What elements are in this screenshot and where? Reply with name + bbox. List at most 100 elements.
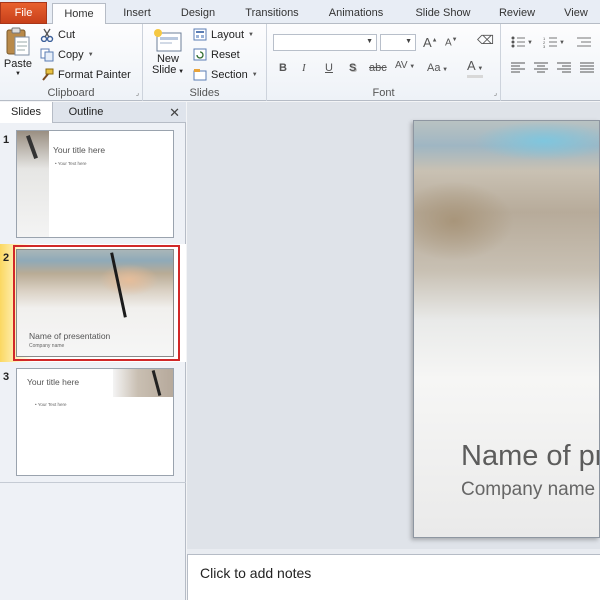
- align-left-icon[interactable]: [511, 62, 525, 74]
- thumbnail-bullet: • Your Text here: [35, 402, 67, 407]
- tab-review[interactable]: Review: [492, 3, 542, 24]
- svg-text:▼: ▼: [527, 40, 533, 46]
- format-painter-label: Format Painter: [58, 69, 131, 81]
- paragraph-group: ▼ 1 2 3 ▼: [501, 24, 600, 101]
- justify-icon[interactable]: [580, 62, 594, 74]
- panel-divider: [0, 482, 186, 483]
- tab-insert[interactable]: Insert: [115, 3, 159, 24]
- svg-text:▼: ▼: [559, 40, 565, 46]
- reset-icon: [193, 48, 207, 61]
- dialog-launcher-icon[interactable]: ⌟: [136, 89, 139, 97]
- layout-button[interactable]: Layout ▼: [193, 28, 254, 41]
- slide-number: 1: [3, 134, 10, 146]
- clear-formatting-icon[interactable]: ⌫: [477, 33, 494, 47]
- tab-file[interactable]: File: [0, 2, 47, 24]
- chevron-down-icon: ▼: [87, 52, 94, 58]
- font-color-label: A: [467, 58, 476, 73]
- new-slide-icon: [154, 29, 182, 52]
- font-name-select[interactable]: ▼: [273, 34, 377, 51]
- underline-button[interactable]: U: [325, 62, 333, 74]
- text-shadow-button[interactable]: S: [349, 62, 356, 74]
- close-icon[interactable]: ✕: [169, 105, 180, 121]
- tab-view[interactable]: View: [555, 3, 597, 24]
- tab-slides[interactable]: Slides: [0, 102, 53, 123]
- chevron-down-icon: ▼: [366, 38, 373, 45]
- tab-home[interactable]: Home: [52, 3, 106, 25]
- align-right-icon[interactable]: [557, 62, 571, 74]
- section-label: Section: [211, 68, 248, 81]
- align-center-icon[interactable]: [534, 62, 548, 74]
- panel-tabs: Slides Outline ✕: [0, 102, 186, 123]
- section-icon: [193, 69, 207, 81]
- decrease-indent-icon[interactable]: [577, 36, 591, 48]
- thumbnail-photo-strip: [113, 369, 173, 397]
- notes-pane[interactable]: Click to add notes: [187, 554, 600, 600]
- slide-title[interactable]: Name of presentation: [461, 440, 599, 473]
- slides-group: New Slide ▼ Layout ▼ Reset Section ▼ Sli…: [143, 24, 267, 101]
- chevron-down-icon: ▼: [15, 71, 21, 77]
- layout-label: Layout: [211, 28, 245, 41]
- slide-subtitle[interactable]: Company name: [461, 479, 595, 501]
- new-slide-button[interactable]: New Slide ▼: [149, 28, 187, 78]
- clipboard-group-label: Clipboard: [47, 87, 95, 99]
- chevron-down-icon: ▼: [405, 38, 412, 45]
- copy-button[interactable]: Copy ▼: [40, 48, 94, 62]
- format-painter-button[interactable]: Format Painter: [40, 68, 131, 82]
- copy-label: Copy: [58, 49, 84, 61]
- slide-background-photo-highlight: [474, 121, 599, 161]
- font-group: ▼ ▼ A▲ A▼ ⌫ B I U S abc AV ▼ Aa ▼ A ▼ Fo…: [267, 24, 501, 101]
- svg-text:3: 3: [543, 44, 546, 48]
- tab-transitions[interactable]: Transitions: [237, 3, 307, 24]
- character-spacing-label: AV: [395, 60, 408, 71]
- chevron-down-icon: ▼: [440, 67, 449, 73]
- copy-icon: [40, 48, 54, 62]
- chevron-down-icon: ▼: [251, 71, 258, 78]
- tab-outline[interactable]: Outline: [54, 102, 118, 123]
- paste-label: Paste: [3, 58, 33, 70]
- paste-button[interactable]: Paste ▼: [3, 27, 33, 77]
- reset-button[interactable]: Reset: [193, 48, 240, 61]
- slides-panel: Slides Outline ✕ 1 Your title here • You…: [0, 102, 186, 600]
- tab-design[interactable]: Design: [172, 3, 224, 24]
- paintbrush-icon: [42, 68, 54, 81]
- chevron-down-icon: ▼: [407, 64, 416, 70]
- font-color-button[interactable]: A ▼: [467, 58, 484, 78]
- thumbnail-title: Your title here: [27, 377, 80, 387]
- change-case-label: Aa: [427, 62, 441, 74]
- reset-label: Reset: [211, 48, 240, 61]
- font-size-select[interactable]: ▼: [380, 34, 416, 51]
- current-slide[interactable]: Name of presentation Company name: [413, 120, 600, 538]
- numbering-icon[interactable]: 123▼: [543, 36, 565, 48]
- strikethrough-button[interactable]: abc: [369, 62, 387, 74]
- slides-group-label: Slides: [189, 87, 220, 99]
- tab-animations[interactable]: Animations: [320, 3, 392, 24]
- bullets-icon[interactable]: ▼: [511, 36, 533, 48]
- italic-button[interactable]: I: [302, 62, 306, 74]
- cut-button[interactable]: Cut: [40, 28, 75, 42]
- new-slide-label-2: Slide: [151, 64, 177, 76]
- change-case-button[interactable]: Aa ▼: [427, 62, 448, 74]
- section-button[interactable]: Section ▼: [193, 68, 258, 81]
- dialog-launcher-icon[interactable]: ⌟: [494, 89, 497, 97]
- slide-editing-area: Name of presentation Company name: [187, 102, 600, 554]
- thumbnail-title: Your title here: [53, 145, 106, 155]
- layout-icon: [193, 28, 207, 41]
- chevron-down-icon: ▼: [475, 66, 484, 72]
- chevron-down-icon: ▼: [248, 31, 254, 38]
- clipboard-group: Paste ▼ Cut Copy ▼ Format Painter Clipbo…: [0, 24, 143, 101]
- grow-font-icon[interactable]: A▲: [423, 35, 438, 50]
- notes-placeholder: Click to add notes: [200, 565, 312, 581]
- paste-icon: [6, 27, 30, 56]
- shrink-font-icon[interactable]: A▼: [445, 37, 458, 48]
- slide-number: 3: [3, 371, 10, 383]
- thumbnail-bullet: • Your Text here: [55, 161, 87, 166]
- tab-slide-show[interactable]: Slide Show: [407, 3, 479, 24]
- slide-background-photo-shade: [414, 181, 514, 261]
- bold-button[interactable]: B: [279, 62, 287, 74]
- ribbon-tab-bar: File Home Insert Design Transitions Anim…: [0, 0, 600, 25]
- slide-thumbnail-1[interactable]: Your title here • Your Text here: [16, 130, 174, 238]
- character-spacing-button[interactable]: AV ▼: [395, 60, 415, 71]
- chevron-down-icon: ▼: [176, 69, 185, 75]
- slide-thumbnail-3[interactable]: Your title here • Your Text here: [16, 368, 174, 476]
- selected-slide-border: [13, 245, 180, 361]
